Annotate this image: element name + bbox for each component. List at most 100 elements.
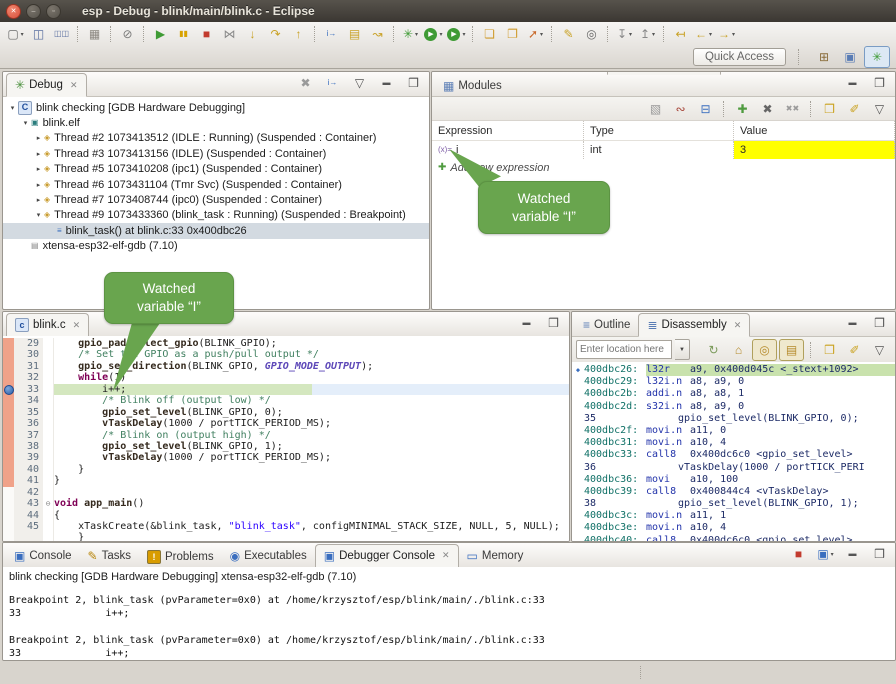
breakpoint-annotation[interactable] [3, 384, 14, 395]
show-logical-structure-icon[interactable]: ∾ [669, 99, 692, 119]
tab-executables[interactable]: ◉Executables [222, 545, 315, 567]
disasm-line-400dbc2b[interactable]: 400dbc2b:addi.na8, a8, 1 [572, 388, 895, 400]
dropdown-arrow-icon[interactable]: ▾ [21, 31, 24, 38]
tree-item-thread-9-1073433360-bl[interactable]: ▾◈Thread #9 1073433360 (blink_task : Run… [3, 208, 429, 223]
build-icon[interactable]: ▦ [83, 24, 106, 44]
code-line-31[interactable]: 31 gpio_set_direction(BLINK_GPIO, GPIO_M… [3, 361, 569, 372]
expand-arrow-icon[interactable]: ▾ [7, 104, 18, 112]
value-cell-highlighted[interactable]: 3 [734, 141, 895, 159]
show-debug-context-icon[interactable]: ▤ [343, 24, 366, 44]
code-editor[interactable]: 29 gpio_pad_select_gpio(BLINK_GPIO);30 /… [3, 336, 569, 541]
window-close-button[interactable]: ✕ [6, 4, 21, 19]
maximize-icon[interactable]: ❒ [868, 544, 891, 564]
add-expression-plus-icon[interactable]: ✚ [438, 163, 446, 173]
instruction-stepping-icon[interactable]: i→ [320, 24, 343, 44]
step-return-icon[interactable]: ↑ [287, 24, 310, 44]
resume-icon[interactable]: ▶ [149, 24, 172, 44]
tab-problems[interactable]: !Problems [139, 546, 222, 568]
column-header-type[interactable]: Type [584, 121, 734, 140]
code-line-37[interactable]: 37 /* Blink on (output high) */ [3, 430, 569, 441]
view-menu-icon[interactable]: ▽ [348, 73, 371, 93]
tab-console[interactable]: ▣Console [6, 545, 80, 567]
open-element-icon[interactable]: ◎ [580, 24, 603, 44]
add-expression-row[interactable]: ✚ Add new expression [432, 159, 895, 177]
open-perspective-icon[interactable]: ⊞ [812, 47, 836, 67]
step-over-icon[interactable]: ↷ [264, 24, 287, 44]
save-icon[interactable]: ◫ [27, 24, 50, 44]
code-line-39[interactable]: 39 vTaskDelay(1000 / portTICK_PERIOD_MS)… [3, 452, 569, 463]
code-line-38[interactable]: 38 gpio_set_level(BLINK_GPIO, 1); [3, 441, 569, 452]
tree-item-blink-checking-gdb-hard[interactable]: ▾Cblink checking [GDB Hardware Debugging… [3, 100, 429, 115]
maximize-icon[interactable]: ❒ [868, 313, 891, 333]
window-minimize-button[interactable]: – [26, 4, 41, 19]
open-flash-icon[interactable]: ❐ [501, 24, 524, 44]
minimize-icon[interactable]: ▬ [841, 313, 864, 333]
minimize-icon[interactable]: ▬ [841, 544, 864, 564]
debug-dropdown-icon[interactable]: ✳▾ [399, 24, 422, 44]
code-line-33[interactable]: 33 i++; [3, 384, 569, 395]
dropdown-arrow-icon[interactable]: ▾ [415, 31, 418, 38]
window-maximize-button[interactable]: ▫ [46, 4, 61, 19]
tab-close-icon[interactable]: ✕ [73, 320, 81, 331]
show-type-names-icon[interactable]: ▧ [644, 99, 667, 119]
disasm-line-400dbc36[interactable]: 400dbc36:movia10, 100 [572, 474, 895, 486]
collapse-all-icon[interactable]: ⊟ [694, 99, 717, 119]
view-menu-icon[interactable]: ▽ [868, 340, 891, 360]
minimize-icon[interactable]: ▬ [841, 73, 864, 93]
maximize-icon[interactable]: ❒ [542, 313, 565, 333]
tab-disassembly[interactable]: ≣Disassembly✕ [638, 313, 750, 337]
save-all-icon[interactable]: ◫◫ [50, 24, 73, 44]
breakpoint-icon[interactable] [4, 385, 14, 395]
disasm-line-400dbc29[interactable]: 400dbc29:l32i.na8, a9, 0 [572, 376, 895, 388]
disasm-source-line[interactable]: 36vTaskDelay(1000 / portTICK_PERI [572, 462, 895, 474]
code-line-29[interactable]: 29 gpio_pad_select_gpio(BLINK_GPIO); [3, 338, 569, 349]
dropdown-arrow-icon[interactable]: ▾ [652, 31, 655, 38]
disconnect-icon[interactable]: ⋈ [218, 24, 241, 44]
new-view-icon[interactable]: ❒ [818, 340, 841, 360]
disasm-line-400dbc40[interactable]: 400dbc40:call80x400dc6c0 <gpio_set_level… [572, 535, 895, 541]
tab-breakpoints[interactable]: ◉Breakpoints [516, 71, 607, 72]
minimize-icon[interactable]: ▬ [515, 313, 538, 333]
debug-perspective-icon[interactable]: ✳ [864, 46, 890, 68]
dropdown-arrow-icon[interactable]: ▾ [629, 31, 632, 38]
terminate-icon[interactable]: ■ [195, 24, 218, 44]
dropdown-arrow-icon[interactable]: ▾ [732, 31, 735, 38]
maximize-icon[interactable]: ❒ [868, 73, 891, 93]
refresh-icon[interactable]: ↻ [702, 340, 725, 360]
dropdown-arrow-icon[interactable]: ▾ [439, 31, 442, 38]
flash-folder-icon[interactable]: ❏ [478, 24, 501, 44]
remove-all-expressions-icon[interactable]: ✖✖ [781, 99, 804, 119]
disasm-line-400dbc3c[interactable]: 400dbc3c:movi.na11, 1 [572, 510, 895, 522]
instruction-stepping-mode-icon[interactable]: i→ [321, 73, 344, 93]
tree-item-thread-6-1073431104-tm[interactable]: ▸◈Thread #6 1073431104 (Tmr Svc) (Suspen… [3, 177, 429, 192]
disasm-source-line[interactable]: 35gpio_set_level(BLINK_GPIO, 0); [572, 413, 895, 425]
tab-modules[interactable]: ▦Modules [435, 75, 510, 97]
step-into-icon[interactable]: ↓ [241, 24, 264, 44]
remove-expression-icon[interactable]: ✖ [756, 99, 779, 119]
tab-memory[interactable]: ▭Memory [459, 545, 532, 567]
expression-row[interactable]: (x)= i int 3 [432, 141, 895, 159]
disasm-line-400dbc31[interactable]: 400dbc31:movi.na10, 4 [572, 437, 895, 449]
add-expression-icon[interactable]: ✚ [731, 99, 754, 119]
disasm-line-400dbc39[interactable]: 400dbc39:call80x400844c4 <vTaskDelay> [572, 486, 895, 498]
pin-view-icon[interactable]: ✐ [843, 99, 866, 119]
tree-item-thread-7-1073408744-ip[interactable]: ▸◈Thread #7 1073408744 (ipc0) (Suspended… [3, 192, 429, 207]
code-line-44[interactable]: 44{ [3, 510, 569, 521]
mark-occurrences-icon[interactable]: ✎ [557, 24, 580, 44]
dropdown-arrow-icon[interactable]: ▾ [540, 31, 543, 38]
tab-registers[interactable]: ||||Registers [721, 71, 798, 74]
tab-debugger-console[interactable]: ▣Debugger Console✕ [315, 544, 459, 568]
next-annotation-icon[interactable]: ↧▾ [613, 24, 636, 44]
tab-close-icon[interactable]: ✕ [734, 320, 742, 331]
tree-item-thread-5-1073410208-ip[interactable]: ▸◈Thread #5 1073410208 (ipc1) (Suspended… [3, 162, 429, 177]
tab-tasks[interactable]: ✎Tasks [80, 545, 139, 567]
column-header-expression[interactable]: Expression [432, 121, 584, 140]
collapse-arrow-icon[interactable]: ▸ [33, 150, 44, 158]
disasm-source-line[interactable]: 38gpio_set_level(BLINK_GPIO, 1); [572, 498, 895, 510]
code-line-42[interactable]: 42 [3, 487, 569, 498]
tree-item-blink-elf[interactable]: ▾▣blink.elf [3, 115, 429, 130]
disasm-line-400dbc2d[interactable]: 400dbc2d:s32i.na8, a9, 0 [572, 401, 895, 413]
last-edit-location-icon[interactable]: ↤ [669, 24, 692, 44]
code-line-34[interactable]: 34 /* Blink off (output low) */ [3, 395, 569, 406]
collapse-arrow-icon[interactable]: ▸ [33, 165, 44, 173]
